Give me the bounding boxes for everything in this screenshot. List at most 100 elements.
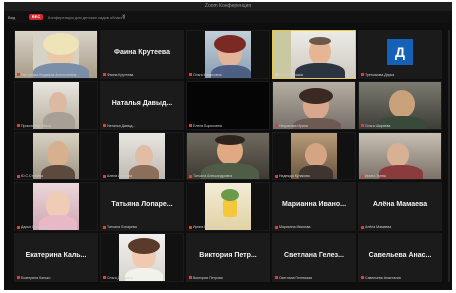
- video-feed: [15, 31, 97, 78]
- participant-label: Наталья Давыд...: [103, 124, 135, 128]
- participant-label: Некрасова Ирина: [275, 124, 308, 128]
- participant-label: Ирина Николаева: [189, 225, 222, 229]
- mic-on-icon: [275, 73, 278, 77]
- participant-tile[interactable]: Ирина Николаева: [186, 182, 270, 232]
- participant-label: Пастухова Людмила Анатольевна: [17, 73, 76, 77]
- mic-muted-icon: [275, 276, 278, 280]
- participant-tile[interactable]: Виктория Петр... Виктория Петрова: [186, 233, 270, 282]
- participant-display-name: Савельева Анас...: [368, 251, 432, 259]
- participant-label: Елена Борисовна: [189, 124, 222, 128]
- participant-tile[interactable]: Ольга Марксовна: [186, 30, 270, 79]
- mic-muted-icon: [275, 174, 278, 178]
- mic-muted-icon: [361, 276, 364, 280]
- participant-display-name: Светлана Гелез...: [284, 251, 344, 259]
- participant-tile[interactable]: Ольга Дорогина: [100, 233, 184, 282]
- participant-tile[interactable]: Надежда Кулакова: [272, 131, 356, 181]
- participant-tile[interactable]: Екатерина Каль... Екатерина Калько: [14, 233, 98, 282]
- participants-grid: Пастухова Людмила Анатольевна Фаина Крут…: [14, 30, 442, 282]
- mic-muted-icon: [361, 124, 364, 128]
- mic-muted-icon: [103, 225, 106, 229]
- mic-muted-icon: [361, 73, 364, 77]
- close-info-icon[interactable]: ×: [122, 14, 126, 20]
- video-feed: [15, 132, 97, 180]
- video-feed: [187, 183, 269, 231]
- participant-tile[interactable]: Прокопенко Ольга: [14, 80, 98, 130]
- participant-tile[interactable]: Елена Борисовна: [186, 80, 270, 130]
- window-title: Zoom Конференция: [204, 3, 252, 9]
- participant-tile[interactable]: Д Третьякова Дарья: [358, 30, 442, 79]
- participant-label: Ольга Дорогина: [103, 276, 133, 280]
- mic-muted-icon: [103, 73, 106, 77]
- participant-label: Ю.С.Степина: [17, 174, 43, 178]
- participant-tile[interactable]: Алена Иванова: [100, 131, 184, 181]
- participant-display-name: Виктория Петр...: [199, 251, 257, 259]
- mic-muted-icon: [103, 124, 106, 128]
- participant-label: Фаина Крутеева: [103, 73, 133, 77]
- participant-tile[interactable]: Татьяна Лопаре... Татьяна Лопарева: [100, 182, 184, 232]
- video-feed: [187, 81, 269, 129]
- participant-tile-active-speaker[interactable]: Андрей Глазов: [272, 30, 356, 79]
- zoom-window: Zoom Конференция Вид REC Конференция для…: [4, 2, 452, 290]
- video-feed: [359, 132, 441, 180]
- mic-muted-icon: [103, 174, 106, 178]
- participant-tile[interactable]: Алёна Мамаева Алёна Мамаева: [358, 182, 442, 232]
- participant-display-name: Фаина Крутеева: [114, 48, 170, 56]
- participant-label: Ирина Зуева: [361, 174, 386, 178]
- participant-label: Виктория Петрова: [189, 276, 223, 280]
- participant-label: Ольга Марксовна: [189, 73, 222, 77]
- participant-tile[interactable]: Пастухова Людмила Анатольевна: [14, 30, 98, 79]
- view-button[interactable]: Вид: [8, 15, 15, 20]
- participant-tile[interactable]: Ольга Ширяева: [358, 80, 442, 130]
- avatar: Д: [387, 39, 413, 66]
- video-feed: [273, 31, 355, 78]
- participant-label: Надежда Кулакова: [275, 174, 310, 178]
- mic-muted-icon: [189, 276, 192, 280]
- mic-muted-icon: [189, 225, 192, 229]
- participant-label: Екатерина Калько: [17, 276, 50, 280]
- video-feed: [15, 81, 97, 129]
- participant-tile[interactable]: Ирина Зуева: [358, 131, 442, 181]
- mic-muted-icon: [275, 225, 278, 229]
- participant-label: Светлана Гелевская: [275, 276, 312, 280]
- participant-tile[interactable]: Татьяна Александровна: [186, 131, 270, 181]
- participant-display-name: Марианна Ивано...: [281, 201, 347, 209]
- mic-muted-icon: [361, 225, 364, 229]
- participant-tile[interactable]: Ю.С.Степина: [14, 131, 98, 181]
- participant-label: Алёна Мамаева: [361, 225, 391, 229]
- video-feed: [101, 132, 183, 180]
- participant-tile[interactable]: Наталья Давыд... Наталья Давыд...: [100, 80, 184, 130]
- mic-muted-icon: [17, 124, 20, 128]
- top-toolbar: Вид REC Конференция для детских садов об…: [4, 11, 452, 23]
- mic-muted-icon: [189, 124, 192, 128]
- video-feed: [187, 132, 269, 180]
- video-feed: [187, 31, 269, 78]
- title-bar: Zoom Конференция: [4, 2, 452, 11]
- participant-label: Дарья Лукьянова: [17, 225, 49, 229]
- video-feed: [273, 81, 355, 129]
- participant-tile[interactable]: Некрасова Ирина: [272, 80, 356, 130]
- video-feed: [15, 183, 97, 231]
- mic-muted-icon: [17, 276, 20, 280]
- participant-display-name: Татьяна Лопаре...: [111, 201, 173, 209]
- participant-label: Татьяна Лопарева: [103, 225, 137, 229]
- scrollbar[interactable]: [448, 30, 450, 282]
- mic-muted-icon: [189, 73, 192, 77]
- mic-muted-icon: [17, 225, 20, 229]
- participant-label: Третьякова Дарья: [361, 73, 394, 77]
- participant-tile[interactable]: Фаина Крутеева Фаина Крутеева: [100, 30, 184, 79]
- meeting-info: Конференция для детских садов области: [48, 15, 125, 20]
- participant-label: Андрей Глазов: [275, 73, 303, 77]
- video-feed: [101, 234, 183, 281]
- participant-tile[interactable]: Дарья Лукьянова: [14, 182, 98, 232]
- participant-display-name: Алёна Мамаева: [372, 201, 428, 209]
- participant-label: Ольга Ширяева: [361, 124, 390, 128]
- participant-label: Прокопенко Ольга: [17, 124, 51, 128]
- mic-muted-icon: [275, 124, 278, 128]
- participant-tile[interactable]: Светлана Гелез... Светлана Гелевская: [272, 233, 356, 282]
- mic-muted-icon: [189, 174, 192, 178]
- mic-muted-icon: [103, 276, 106, 280]
- participant-label: Марианна Иванова: [275, 225, 310, 229]
- participant-tile[interactable]: Савельева Анас... Савельева Анастасия: [358, 233, 442, 282]
- recording-badge: REC: [29, 14, 43, 20]
- participant-tile[interactable]: Марианна Ивано... Марианна Иванова: [272, 182, 356, 232]
